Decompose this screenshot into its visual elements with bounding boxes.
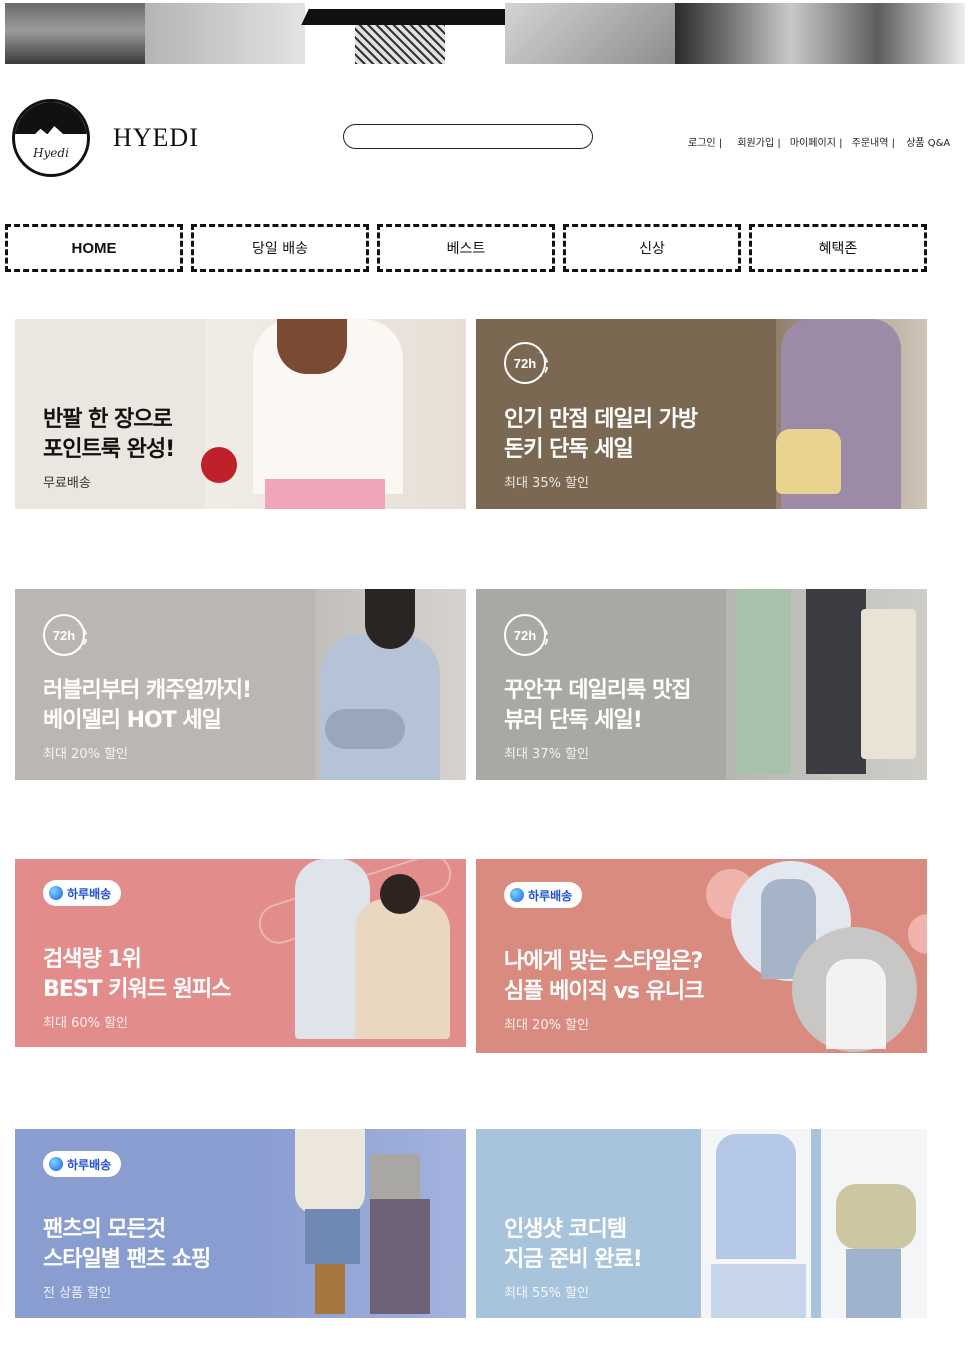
globe-icon (510, 888, 524, 902)
banner-subtitle: 최대 20% 할인 (43, 747, 128, 762)
login-link[interactable]: 로그인 | (688, 134, 722, 149)
nav-new[interactable]: 신상 (563, 224, 741, 272)
banner-subtitle: 전 상품 할인 (43, 1286, 112, 1301)
banner-subtitle: 최대 55% 할인 (504, 1286, 589, 1301)
search-input[interactable] (344, 125, 592, 148)
logo-text: Hyedi (33, 146, 69, 160)
banner-subtitle: 최대 37% 할인 (504, 747, 589, 762)
search-box[interactable] (343, 124, 593, 149)
mypage-link[interactable]: 마이페이지 | (790, 134, 843, 149)
banner-subtitle: 최대 60% 할인 (43, 1016, 128, 1031)
nav-best[interactable]: 베스트 (377, 224, 555, 272)
hero-banner-image (5, 3, 965, 64)
nav-same-day-delivery[interactable]: 당일 배송 (191, 224, 369, 272)
promo-banner-style[interactable]: 하루배송 나에게 맞는 스타일은? 심플 베이직 vs 유니크 최대 20% 할인 (476, 859, 927, 1053)
promo-banner-daily[interactable]: 72h 꾸안꾸 데일리룩 맛집 뷰러 단독 세일! 최대 37% 할인 (476, 589, 927, 780)
nav-home[interactable]: HOME (5, 224, 183, 272)
qna-link[interactable]: 상품 Q&A (906, 134, 950, 149)
banner-title: 꾸안꾸 데일리룩 맛집 뷰러 단독 세일! (504, 678, 691, 733)
banner-title: 나에게 맞는 스타일은? 심플 베이직 vs 유니크 (504, 949, 704, 1004)
promo-banner-pants[interactable]: 하루배송 팬츠의 모든것 스타일별 팬츠 쇼핑 전 상품 할인 (15, 1129, 466, 1318)
72h-badge-icon: 72h (504, 342, 548, 384)
promo-banner-casual[interactable]: 72h 러블리부터 캐주얼까지! 베이델리 HOT 세일 최대 20% 할인 (15, 589, 466, 780)
delivery-badge: 하루배송 (43, 880, 122, 906)
orders-link[interactable]: 주문내역 | (852, 134, 895, 149)
promo-banner-onepiece[interactable]: 하루배송 검색량 1위 BEST 키워드 원피스 최대 60% 할인 (15, 859, 466, 1047)
banner-title: 인기 만점 데일리 가방 돈키 단독 세일 (504, 407, 698, 462)
brand-name[interactable]: HYEDI (113, 123, 199, 153)
account-links: 로그인 | 회원가입 | 마이페이지 | 주문내역 | 상품 Q&A (688, 134, 950, 149)
globe-icon (49, 1157, 63, 1171)
72h-badge-icon: 72h (43, 614, 87, 656)
banner-subtitle: 무료배송 (43, 476, 91, 491)
globe-icon (49, 886, 63, 900)
nav-benefit-zone[interactable]: 혜택존 (749, 224, 927, 272)
main-nav: HOME 당일 배송 베스트 신상 혜택존 (5, 224, 927, 272)
banner-subtitle: 최대 35% 할인 (504, 476, 589, 491)
delivery-badge: 하루배송 (504, 882, 583, 908)
promo-banner-tshirt[interactable]: 반팔 한 장으로 포인트룩 완성! 무료배송 (15, 319, 466, 509)
72h-badge-icon: 72h (504, 614, 548, 656)
banner-title: 인생샷 코디템 지금 준비 완료! (504, 1217, 643, 1272)
banner-title: 팬츠의 모든것 스타일별 팬츠 쇼핑 (43, 1217, 211, 1272)
banner-title: 러블리부터 캐주얼까지! 베이델리 HOT 세일 (43, 678, 252, 733)
banner-subtitle: 최대 20% 할인 (504, 1018, 589, 1033)
banner-title: 반팔 한 장으로 포인트룩 완성! (43, 407, 175, 462)
signup-link[interactable]: 회원가입 | (737, 134, 780, 149)
delivery-badge: 하루배송 (43, 1151, 122, 1177)
promo-banner-bag[interactable]: 72h 인기 만점 데일리 가방 돈키 단독 세일 최대 35% 할인 (476, 319, 927, 509)
brand-logo[interactable]: Hyedi (12, 99, 90, 177)
promo-banner-outfit[interactable]: 인생샷 코디템 지금 준비 완료! 최대 55% 할인 (476, 1129, 927, 1318)
banner-title: 검색량 1위 BEST 키워드 원피스 (43, 947, 231, 1002)
